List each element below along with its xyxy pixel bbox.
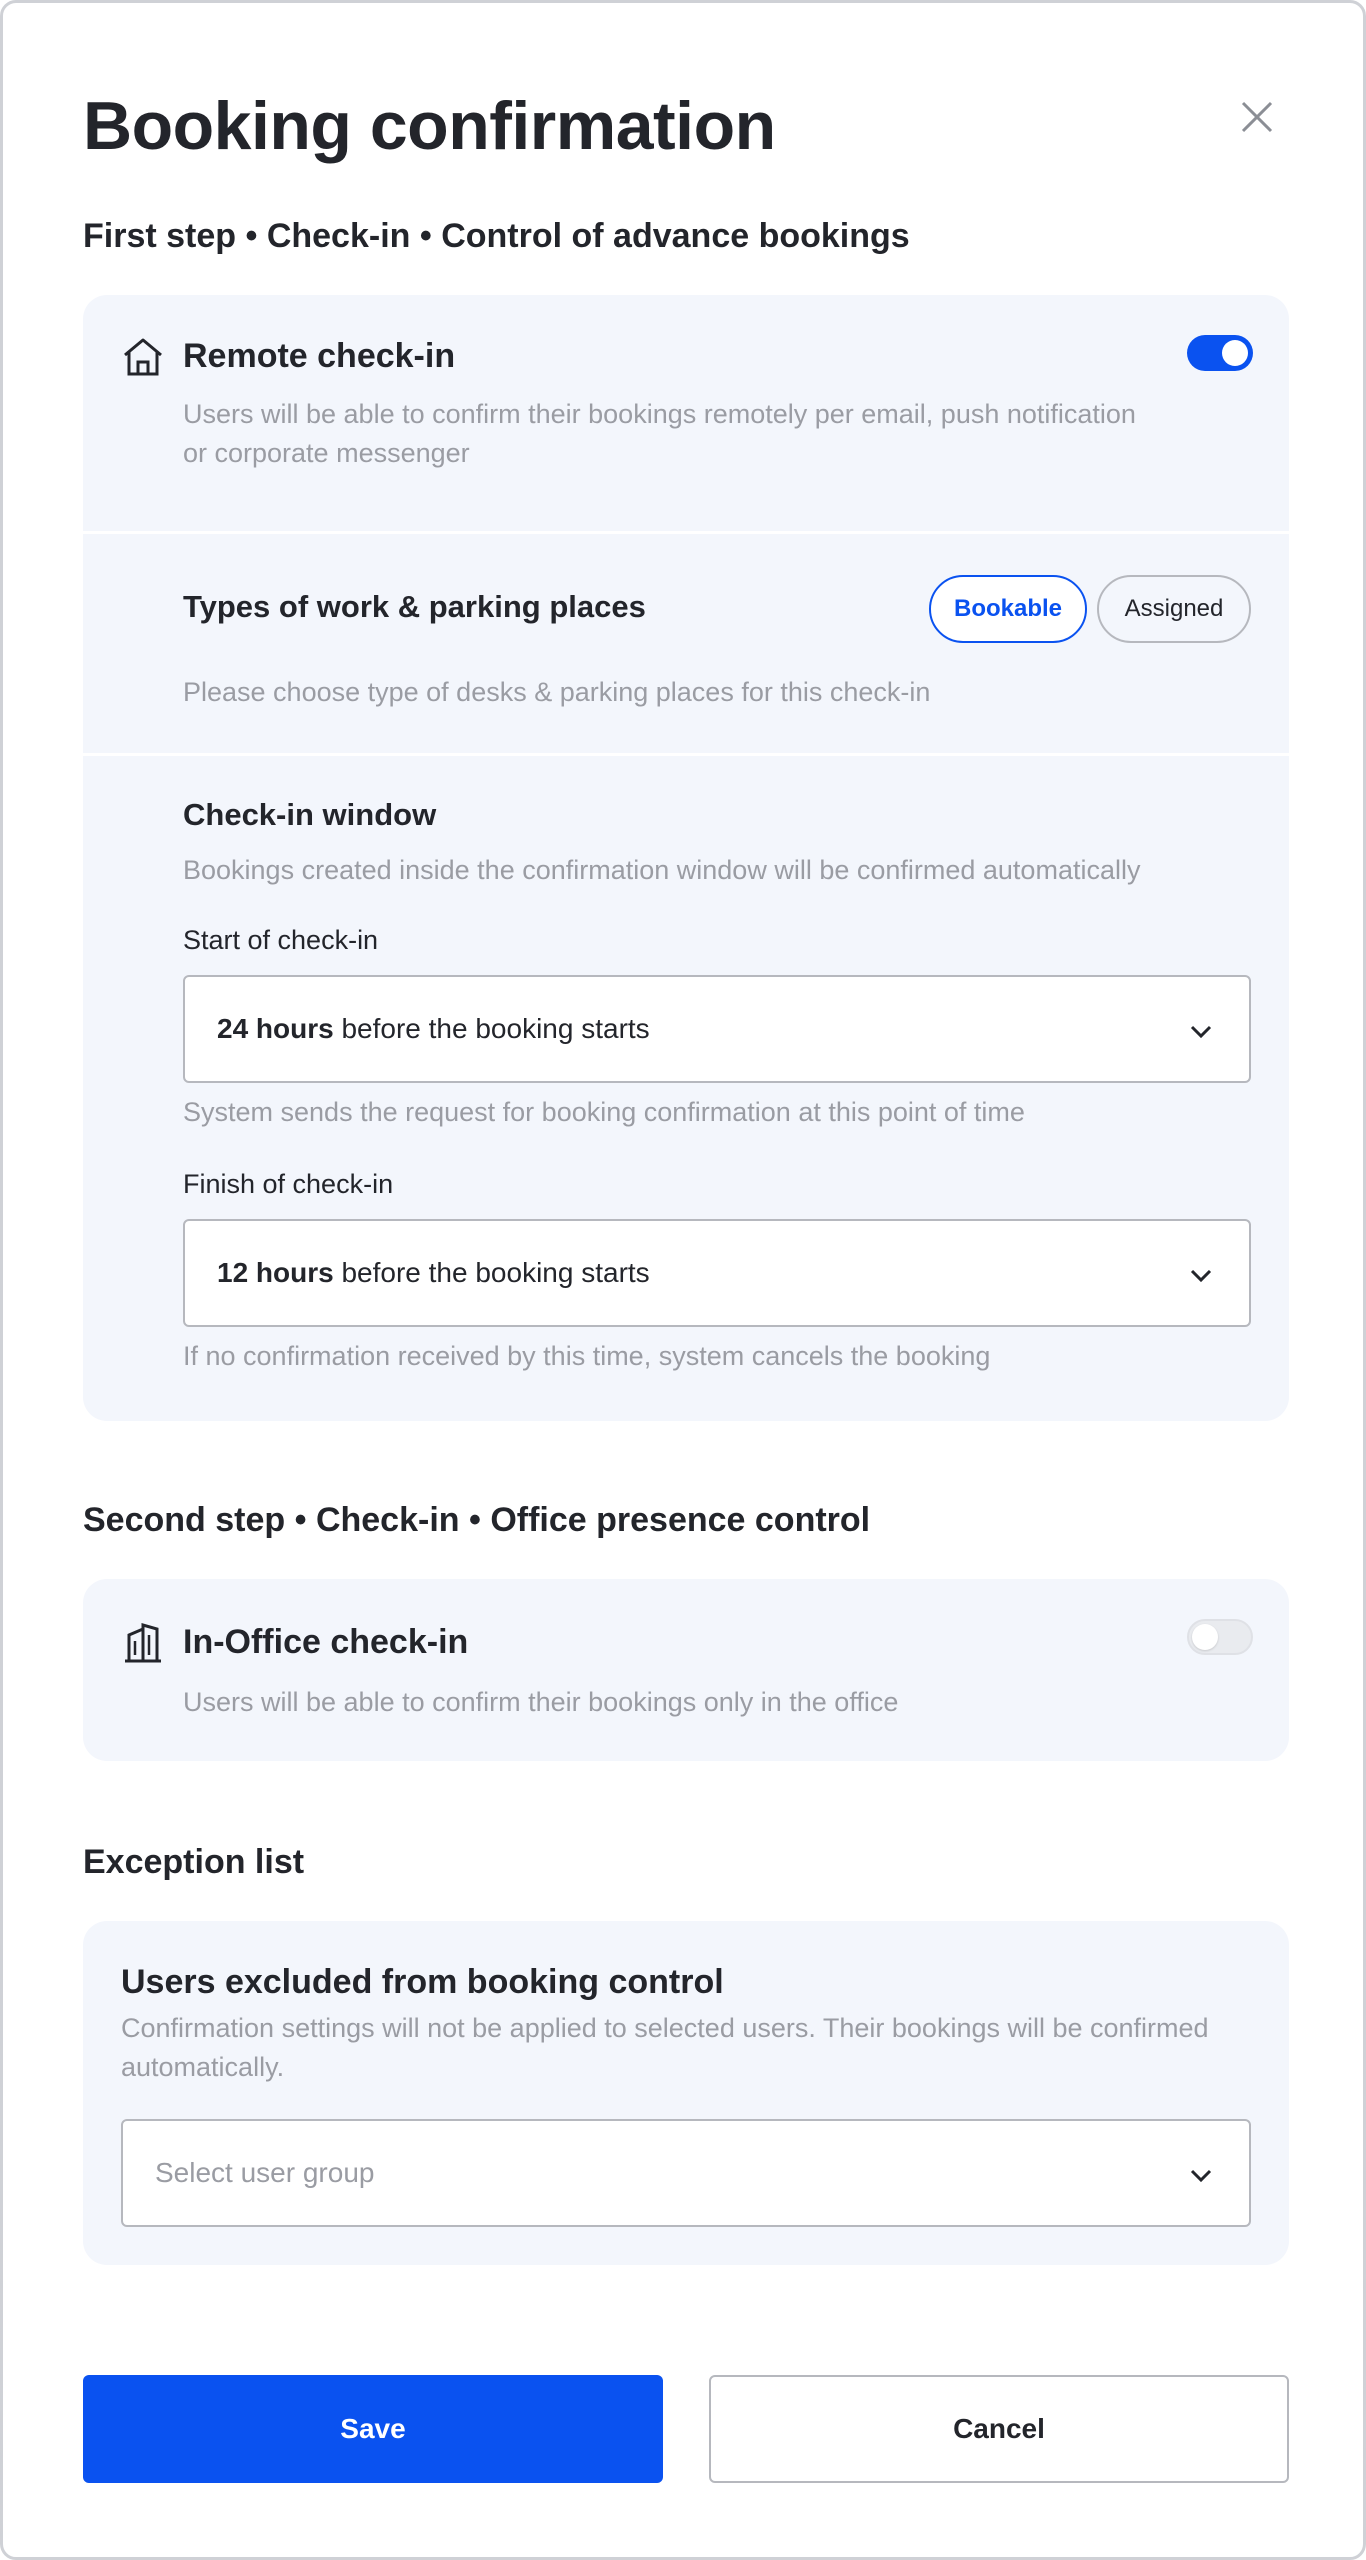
start-checkin-hint: System sends the request for booking con… xyxy=(183,1097,1025,1127)
cancel-button[interactable]: Cancel xyxy=(709,2375,1289,2483)
remote-checkin-title: Remote check-in xyxy=(183,337,456,375)
remote-checkin-description: Users will be able to confirm their book… xyxy=(183,399,1136,468)
remote-checkin-card: Remote check-in Users will be able to co… xyxy=(83,295,1289,1421)
chevron-down-icon xyxy=(1190,1269,1212,1283)
start-checkin-value: 24 hours before the booking starts xyxy=(217,1013,650,1044)
types-title: Types of work & parking places xyxy=(183,589,646,624)
start-checkin-select[interactable]: 24 hours before the booking starts xyxy=(183,975,1251,1083)
office-checkin-toggle[interactable] xyxy=(1187,1619,1253,1655)
toggle-knob xyxy=(1192,1624,1218,1650)
exceptions-card: Users excluded from booking control Conf… xyxy=(83,1921,1289,2265)
excluded-users-description: Confirmation settings will not be applie… xyxy=(121,2013,1209,2082)
second-step-heading: Second step • Check-in • Office presence… xyxy=(83,1501,871,1539)
checkin-window-description: Bookings created inside the confirmation… xyxy=(183,855,1141,885)
finish-checkin-hint: If no confirmation received by this time… xyxy=(183,1341,991,1371)
user-group-placeholder: Select user group xyxy=(155,2157,375,2188)
chevron-down-icon xyxy=(1190,2169,1212,2183)
save-button[interactable]: Save xyxy=(83,2375,663,2483)
remote-checkin-toggle[interactable] xyxy=(1187,335,1253,371)
first-step-heading: First step • Check-in • Control of advan… xyxy=(83,217,910,255)
divider xyxy=(83,753,1289,756)
chip-bookable[interactable]: Bookable xyxy=(929,575,1087,643)
finish-checkin-select[interactable]: 12 hours before the booking starts xyxy=(183,1219,1251,1327)
start-checkin-label: Start of check-in xyxy=(183,925,379,955)
chip-assigned[interactable]: Assigned xyxy=(1097,575,1251,643)
office-checkin-description: Users will be able to confirm their book… xyxy=(183,1687,899,1717)
divider xyxy=(83,531,1289,534)
finish-checkin-value: 12 hours before the booking starts xyxy=(217,1257,650,1288)
toggle-knob xyxy=(1222,340,1248,366)
house-icon xyxy=(124,338,162,376)
exception-list-heading: Exception list xyxy=(83,1843,305,1881)
types-description: Please choose type of desks & parking pl… xyxy=(183,677,931,707)
finish-checkin-label: Finish of check-in xyxy=(183,1169,394,1199)
office-checkin-title: In-Office check-in xyxy=(183,1623,469,1661)
office-checkin-card: In-Office check-in Users will be able to… xyxy=(83,1579,1289,1761)
dialog-title: Booking confirmation xyxy=(83,88,776,164)
checkin-window-title: Check-in window xyxy=(183,797,437,832)
chevron-down-icon xyxy=(1190,1025,1212,1039)
user-group-select[interactable]: Select user group xyxy=(121,2119,1251,2227)
excluded-users-title: Users excluded from booking control xyxy=(121,1963,724,2001)
close-icon[interactable] xyxy=(1235,95,1279,139)
office-building-icon xyxy=(125,1623,161,1663)
booking-confirmation-dialog: Booking confirmation First step • Check-… xyxy=(0,0,1366,2560)
